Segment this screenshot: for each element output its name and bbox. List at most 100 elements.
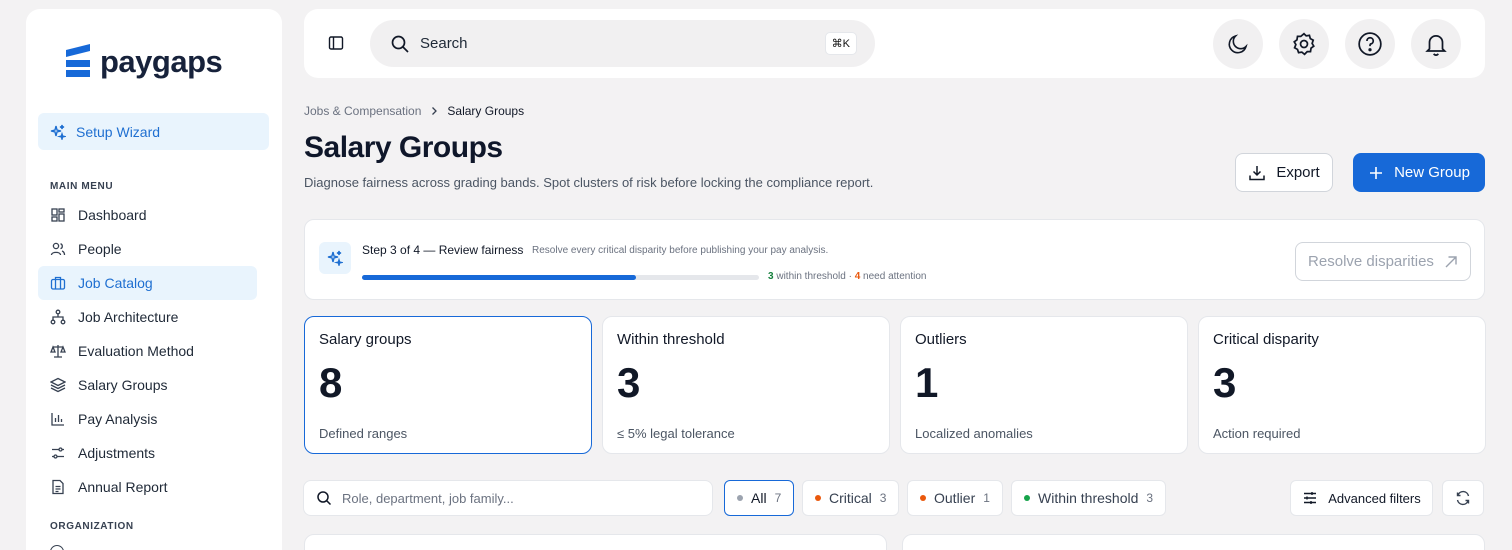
help-icon xyxy=(1358,32,1382,56)
stat-value: 8 xyxy=(319,359,343,406)
global-search[interactable]: Search ⌘K xyxy=(370,20,875,67)
sidebar: paygaps Setup Wizard MAIN MENU Dashboard… xyxy=(26,9,282,550)
within-text: within threshold · xyxy=(773,271,855,282)
sidebar-item-label: Evaluation Method xyxy=(78,343,194,359)
search-shortcut-badge: ⌘K xyxy=(824,32,857,55)
sidebar-item-evaluation-method[interactable]: Evaluation Method xyxy=(38,334,257,368)
stat-card-critical-disparity[interactable]: Critical disparity 3 Action required xyxy=(1198,316,1486,454)
status-dot xyxy=(737,495,743,501)
stat-caption: Localized anomalies xyxy=(915,426,1033,441)
stat-label: Within threshold xyxy=(617,331,725,348)
stat-card-outliers[interactable]: Outliers 1 Localized anomalies xyxy=(900,316,1188,454)
resolve-disparities-button[interactable]: Resolve disparities xyxy=(1295,242,1471,281)
chip-count: 3 xyxy=(879,491,887,505)
chip-label: Critical xyxy=(829,490,872,506)
setup-wizard-link[interactable]: Setup Wizard xyxy=(38,113,269,150)
advanced-filters-button[interactable]: Advanced filters xyxy=(1290,480,1433,516)
sidebar-item-label: Adjustments xyxy=(78,445,156,461)
logo[interactable]: paygaps xyxy=(62,42,223,82)
salary-group-card[interactable] xyxy=(902,534,1485,550)
stat-label: Outliers xyxy=(915,331,967,348)
sidebar-item-label: Pay Analysis xyxy=(78,411,158,427)
sidebar-item-dashboard[interactable]: Dashboard xyxy=(38,198,257,232)
breadcrumb-current: Salary Groups xyxy=(447,104,525,118)
scale-icon xyxy=(50,345,66,358)
notifications-button[interactable] xyxy=(1411,19,1461,69)
chip-count: 7 xyxy=(774,491,782,505)
step-title: Step 3 of 4 — Review fairness xyxy=(362,243,524,257)
stat-caption: Action required xyxy=(1213,426,1301,441)
sidebar-item-salary-groups[interactable]: Salary Groups xyxy=(38,368,257,402)
resolve-label: Resolve disparities xyxy=(1308,253,1434,270)
progress-bar-fill xyxy=(362,275,636,280)
advanced-filters-label: Advanced filters xyxy=(1328,490,1421,506)
plus-icon xyxy=(1370,166,1383,179)
chip-label: Outlier xyxy=(934,490,976,506)
topbar: Search ⌘K xyxy=(304,9,1485,78)
attention-text: need attention xyxy=(860,271,927,282)
refresh-button[interactable] xyxy=(1442,480,1484,516)
refresh-icon xyxy=(1456,490,1470,506)
status-dot xyxy=(815,495,821,501)
salary-group-card[interactable] xyxy=(304,534,887,550)
filter-chip-critical[interactable]: Critical 3 xyxy=(802,480,900,516)
sidebar-item-job-catalog[interactable]: Job Catalog xyxy=(38,266,257,300)
breadcrumb: Jobs & Compensation Salary Groups xyxy=(304,104,524,118)
sidebar-item-label: Annual Report xyxy=(78,479,168,495)
sliders-icon xyxy=(52,447,64,459)
filter-chip-all[interactable]: All 7 xyxy=(724,480,795,516)
status-dot xyxy=(1024,495,1030,501)
theme-toggle-button[interactable] xyxy=(1213,19,1263,69)
chip-count: 3 xyxy=(1146,491,1154,505)
progress-icon-badge xyxy=(319,242,351,274)
sidebar-item-label: Dashboard xyxy=(78,207,147,223)
bell-icon xyxy=(1425,35,1447,56)
briefcase-icon xyxy=(50,276,66,290)
sidebar-item-label: Job Architecture xyxy=(78,309,179,325)
filter-chip-within-threshold[interactable]: Within threshold 3 xyxy=(1011,480,1167,516)
sliders-icon xyxy=(1304,492,1317,504)
sidebar-toggle-button[interactable] xyxy=(328,35,344,51)
filter-chip-outlier[interactable]: Outlier 1 xyxy=(907,480,1003,516)
chip-label: All xyxy=(751,490,767,506)
layers-icon xyxy=(50,377,66,393)
new-group-button[interactable]: New Group xyxy=(1353,153,1485,192)
people-icon xyxy=(50,242,66,256)
group-search-input[interactable]: Role, department, job family... xyxy=(303,480,713,516)
stat-card-within-threshold[interactable]: Within threshold 3 ≤ 5% legal tolerance xyxy=(602,316,890,454)
sidebar-item-annual-report[interactable]: Annual Report xyxy=(38,470,257,504)
stat-value: 3 xyxy=(617,359,641,406)
sidebar-item-label: People xyxy=(78,241,122,257)
separator-dot: · xyxy=(521,244,525,255)
progress-bar xyxy=(362,275,759,280)
new-group-label: New Group xyxy=(1394,164,1470,181)
progress-stats: 3 within threshold · 4 need attention xyxy=(768,271,926,282)
group-search-placeholder: Role, department, job family... xyxy=(342,490,514,506)
settings-button[interactable] xyxy=(1279,19,1329,69)
moon-icon xyxy=(1228,34,1248,54)
app-name: paygaps xyxy=(100,44,223,79)
sidebar-item-people[interactable]: People xyxy=(38,232,257,266)
step-note: Resolve every critical disparity before … xyxy=(532,245,829,256)
page-title: Salary Groups xyxy=(304,131,503,164)
export-button[interactable]: Export xyxy=(1235,153,1333,192)
paygaps-logo-icon xyxy=(66,44,90,77)
settings-icon xyxy=(1293,32,1315,56)
stat-value: 3 xyxy=(1213,359,1237,406)
breadcrumb-parent-link[interactable]: Jobs & Compensation xyxy=(304,104,421,118)
help-button[interactable] xyxy=(1345,19,1395,69)
organization-item-icon[interactable] xyxy=(50,545,64,550)
sidebar-item-job-architecture[interactable]: Job Architecture xyxy=(38,300,257,334)
stat-card-salary-groups[interactable]: Salary groups 8 Defined ranges xyxy=(304,316,592,454)
bar-chart-icon xyxy=(51,413,64,426)
search-icon xyxy=(317,491,332,506)
sidebar-item-pay-analysis[interactable]: Pay Analysis xyxy=(38,402,257,436)
organization-heading: ORGANIZATION xyxy=(50,521,134,532)
hierarchy-icon xyxy=(50,309,66,325)
stat-value: 1 xyxy=(915,359,939,406)
chevron-right-icon xyxy=(432,107,438,115)
search-placeholder: Search xyxy=(420,35,468,52)
sidebar-item-adjustments[interactable]: Adjustments xyxy=(38,436,257,470)
chip-label: Within threshold xyxy=(1038,490,1139,506)
stat-caption: ≤ 5% legal tolerance xyxy=(617,426,735,441)
